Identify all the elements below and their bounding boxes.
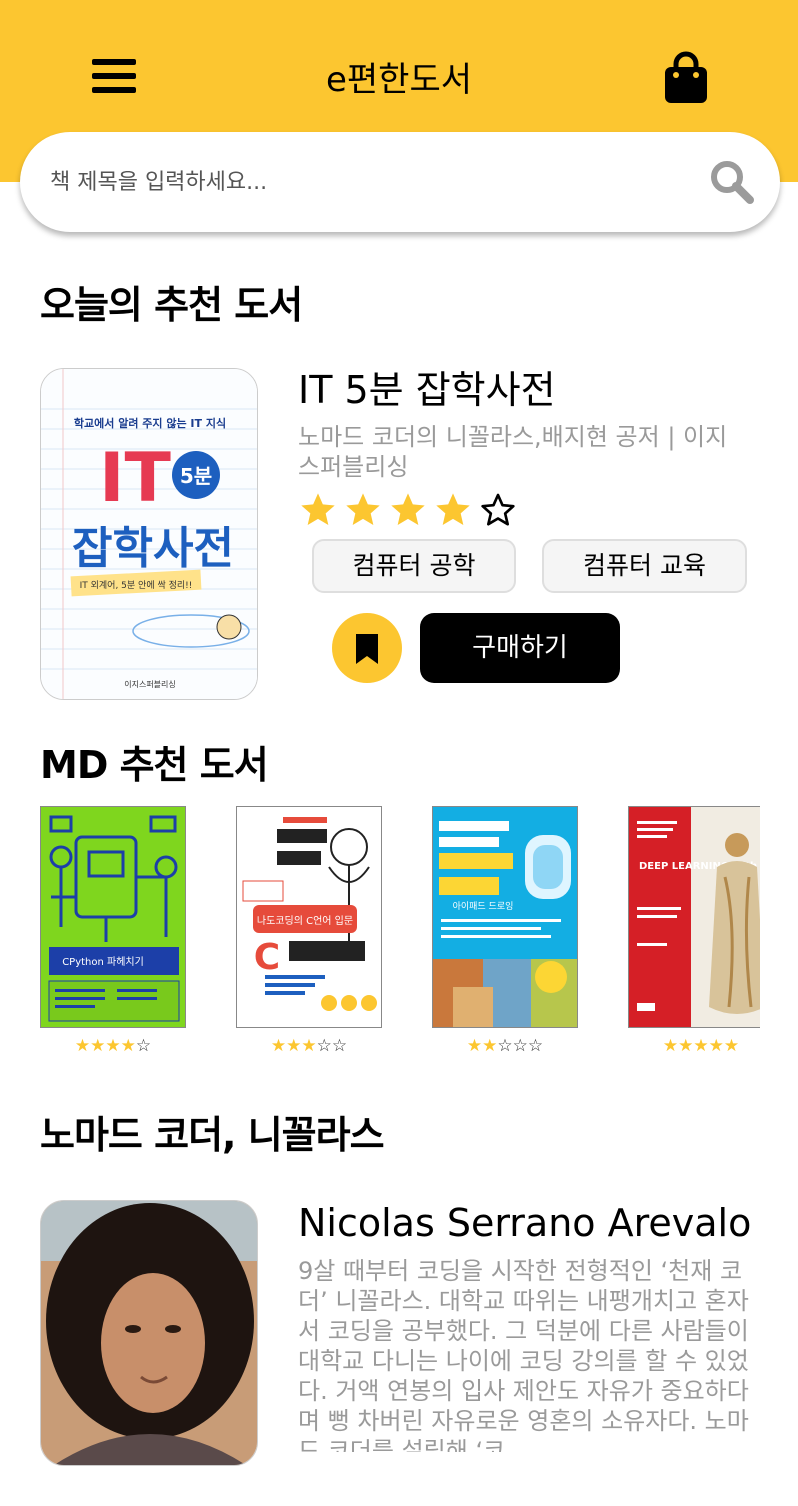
star-filled-icon: ★ bbox=[105, 1036, 121, 1056]
cover-tagline: IT 외계어, 5분 안에 싹 정리!! bbox=[80, 579, 193, 591]
md-book-rating: ★★★☆☆ bbox=[236, 1034, 382, 1058]
md-book-rating: ★★☆☆☆ bbox=[432, 1034, 578, 1058]
star-filled-icon: ★ bbox=[693, 1036, 709, 1056]
today-book-title[interactable]: IT 5분 잡학사전 bbox=[298, 366, 556, 414]
md-book-cover: 아이패드 드로잉 bbox=[432, 806, 578, 1028]
md-cover-caption: 나도코딩의 C언어 입문 bbox=[257, 914, 353, 927]
star-filled-icon bbox=[343, 490, 388, 530]
cover-top-line: 학교에서 알려 주지 않는 IT 지식 bbox=[74, 416, 226, 430]
md-cover-caption: CPython 파헤치기 bbox=[62, 956, 144, 968]
star-filled-icon: ★ bbox=[723, 1036, 740, 1056]
star-filled-icon: ★ bbox=[120, 1036, 136, 1056]
star-empty-icon bbox=[478, 490, 523, 530]
star-filled-icon: ★ bbox=[74, 1036, 91, 1056]
md-book-list[interactable]: CPython 파헤치기 ★★★★☆ 나도코딩의 C언어 입문 C ★★★☆☆ … bbox=[40, 806, 760, 1066]
md-book-cover: DEEP LEARNING with Python bbox=[628, 806, 760, 1028]
star-filled-icon bbox=[433, 490, 478, 530]
star-filled-icon: ★ bbox=[708, 1036, 724, 1056]
star-empty-icon: ☆ bbox=[527, 1036, 544, 1056]
tag-computer-education[interactable]: 컴퓨터 교육 bbox=[542, 539, 747, 593]
cover-title-main: IT bbox=[99, 439, 171, 518]
star-filled-icon: ★ bbox=[301, 1036, 317, 1056]
today-book-cover[interactable]: 학교에서 알려 주지 않는 IT 지식 IT 5분 잡학사전 IT 외계어, 5… bbox=[40, 368, 258, 700]
bookmark-button[interactable] bbox=[332, 613, 402, 683]
star-filled-icon: ★ bbox=[270, 1036, 287, 1056]
star-filled-icon: ★ bbox=[678, 1036, 694, 1056]
cart-button[interactable] bbox=[662, 50, 710, 104]
star-filled-icon: ★ bbox=[90, 1036, 106, 1056]
search-icon bbox=[711, 161, 754, 204]
svg-text:C: C bbox=[254, 937, 280, 978]
author-portrait-image bbox=[41, 1201, 257, 1465]
star-filled-icon: ★ bbox=[662, 1036, 679, 1056]
md-book-cover: 나도코딩의 C언어 입문 C bbox=[236, 806, 382, 1028]
md-cover-caption: 아이패드 드로잉 bbox=[453, 900, 514, 912]
md-book-rating: ★★★★☆ bbox=[40, 1034, 186, 1058]
search-button[interactable] bbox=[708, 158, 756, 206]
md-book-rating: ★★★★★ bbox=[628, 1034, 760, 1058]
author-name: Nicolas Serrano Arevalo bbox=[298, 1201, 752, 1245]
shopping-bag-icon bbox=[665, 51, 707, 103]
cover-badge: 5분 bbox=[180, 464, 212, 488]
search-bar bbox=[20, 132, 780, 232]
star-filled-icon bbox=[388, 490, 433, 530]
star-empty-icon: ☆ bbox=[135, 1036, 152, 1056]
today-book-author: 노마드 코더의 니꼴라스,배지현 공저 | 이지스퍼블리싱 bbox=[298, 423, 728, 481]
cover-title-sub: 잡학사전 bbox=[72, 523, 234, 574]
bookmark-icon bbox=[356, 634, 378, 664]
today-book-rating bbox=[298, 490, 523, 530]
md-book-cover: CPython 파헤치기 bbox=[40, 806, 186, 1028]
star-empty-icon: ☆ bbox=[331, 1036, 348, 1056]
today-section-title: 오늘의 추천 도서 bbox=[40, 283, 303, 327]
md-section-title: MD 추천 도서 bbox=[40, 743, 269, 787]
star-filled-icon bbox=[298, 490, 343, 530]
author-bio: 9살 때부터 코딩을 시작한 전형적인 ‘천재 코더’ 니꼴라스. 대학교 따위… bbox=[298, 1257, 749, 1452]
book-cover-image: 학교에서 알려 주지 않는 IT 지식 IT 5분 잡학사전 IT 외계어, 5… bbox=[41, 369, 257, 699]
star-filled-icon: ★ bbox=[482, 1036, 498, 1056]
star-empty-icon: ☆ bbox=[497, 1036, 513, 1056]
tag-computer-engineering[interactable]: 컴퓨터 공학 bbox=[312, 539, 516, 593]
author-section-title: 노마드 코더, 니꼴라스 bbox=[40, 1113, 385, 1157]
buy-button[interactable]: 구매하기 bbox=[420, 613, 620, 683]
cover-publisher: 이지스퍼블리싱 bbox=[124, 679, 176, 689]
star-empty-icon: ☆ bbox=[512, 1036, 528, 1056]
star-filled-icon: ★ bbox=[286, 1036, 302, 1056]
star-empty-icon: ☆ bbox=[316, 1036, 332, 1056]
author-photo bbox=[40, 1200, 258, 1466]
search-input[interactable] bbox=[50, 160, 680, 204]
star-filled-icon: ★ bbox=[466, 1036, 483, 1056]
